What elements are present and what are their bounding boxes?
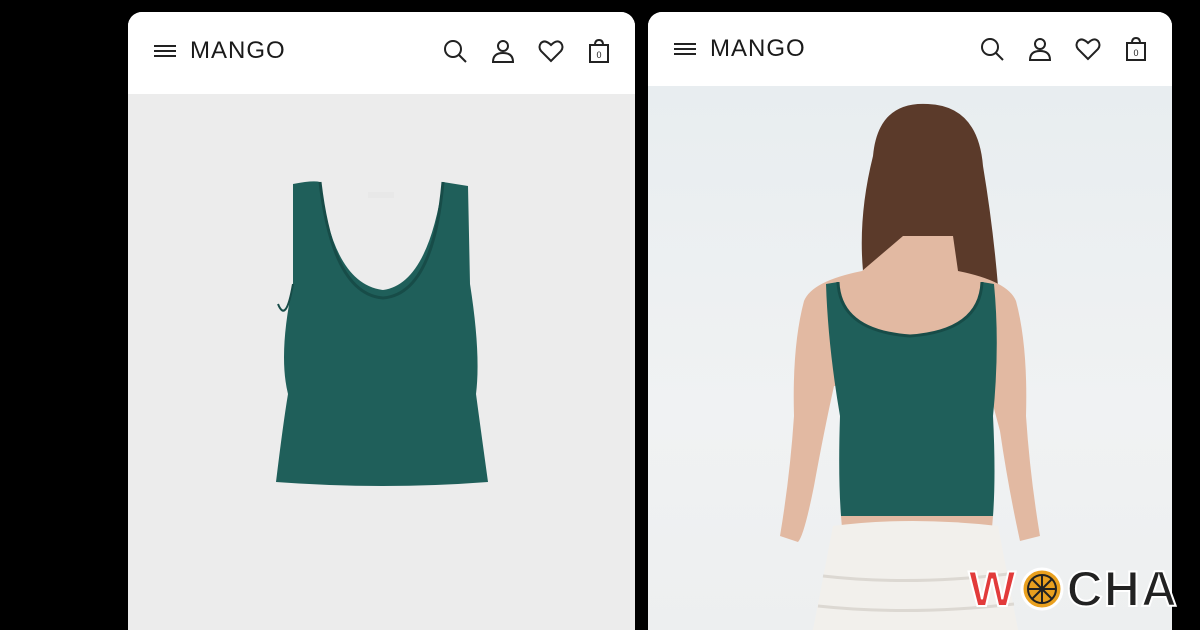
search-icon[interactable]: [978, 35, 1006, 63]
header-actions: 0: [441, 37, 613, 65]
wishlist-icon[interactable]: [537, 37, 565, 65]
product-image-model-back[interactable]: [648, 86, 1172, 630]
account-icon[interactable]: [489, 37, 517, 65]
product-image-flatlay[interactable]: [128, 94, 635, 630]
wheel-icon: [1020, 567, 1064, 611]
watermark-rest: CHA: [1066, 560, 1178, 618]
search-icon[interactable]: [441, 37, 469, 65]
watermark-first-letter: W: [967, 560, 1017, 618]
brand-logo[interactable]: MANGO: [190, 37, 286, 65]
header-actions: 0: [978, 35, 1150, 63]
bag-count: 0: [1133, 48, 1138, 58]
account-icon[interactable]: [1026, 35, 1054, 63]
wishlist-icon[interactable]: [1074, 35, 1102, 63]
bag-icon[interactable]: 0: [585, 37, 613, 65]
bag-count: 0: [596, 50, 601, 60]
brand-logo[interactable]: MANGO: [710, 35, 806, 63]
product-screen-left: MANGO 0: [128, 12, 635, 630]
watermark-logo: W CHA: [967, 560, 1178, 618]
menu-icon[interactable]: [674, 41, 696, 57]
header-bar: MANGO 0: [648, 12, 1172, 86]
product-screen-right: MANGO 0: [648, 12, 1172, 630]
menu-icon[interactable]: [154, 43, 176, 59]
bag-icon[interactable]: 0: [1122, 35, 1150, 63]
header-bar: MANGO 0: [128, 12, 635, 90]
